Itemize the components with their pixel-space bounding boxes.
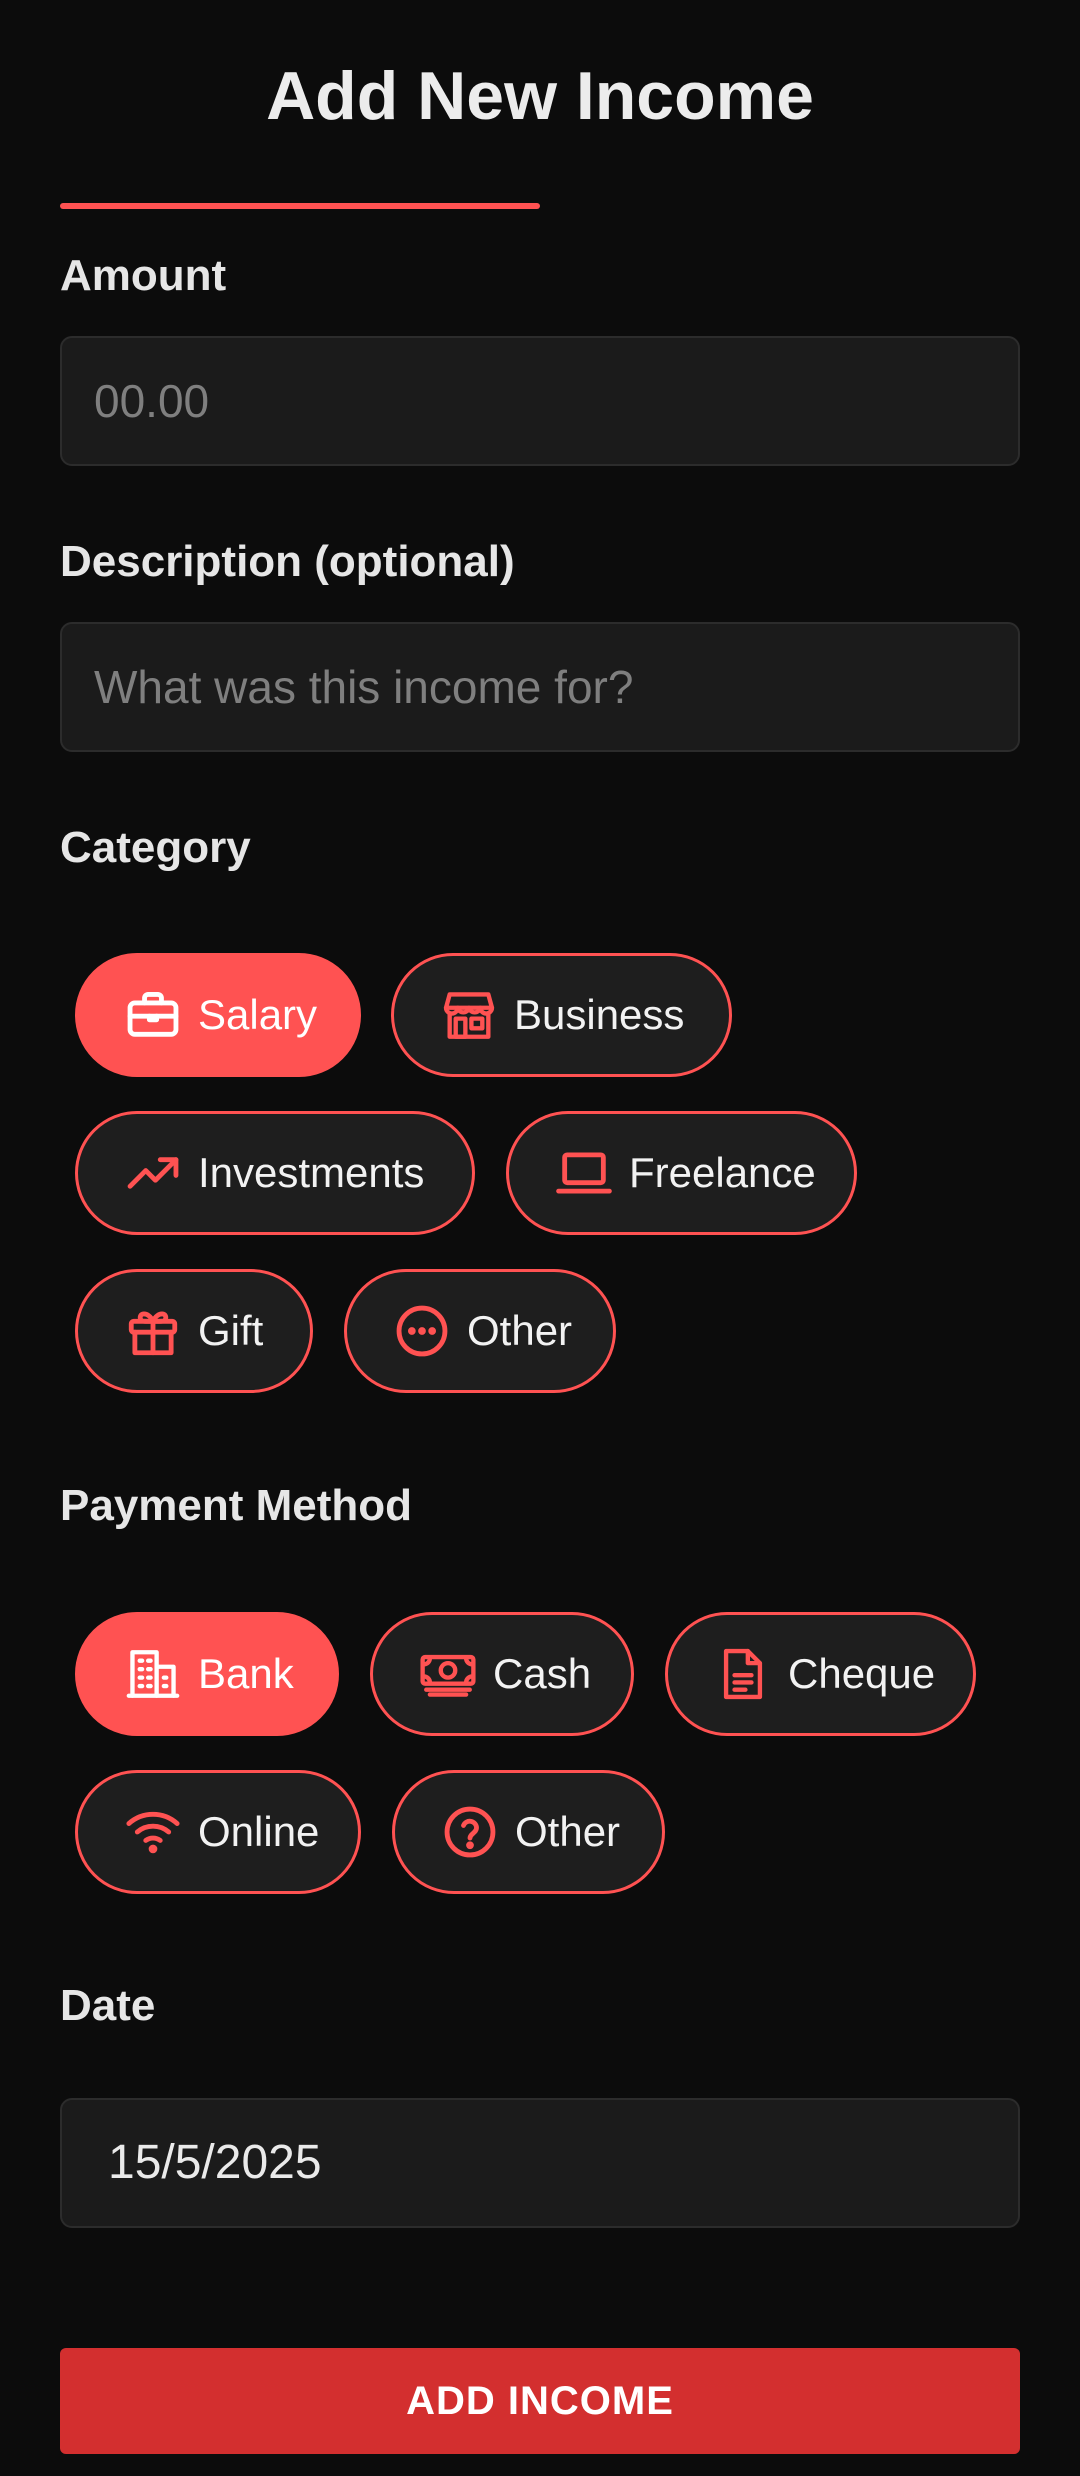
chip-label: Other (515, 1808, 621, 1855)
trending-up-icon (124, 1144, 182, 1202)
chip-label: Cheque (788, 1650, 936, 1697)
date-value: 15/5/2025 (108, 2136, 322, 2189)
chip-label: Gift (198, 1307, 264, 1354)
amount-label: Amount (60, 251, 227, 300)
date-field[interactable]: 15/5/2025 (60, 2098, 1020, 2228)
payment-chip-cash[interactable]: Cash (370, 1612, 634, 1736)
chip-label: Salary (198, 991, 318, 1038)
storefront-icon (440, 986, 498, 1044)
category-chip-other[interactable]: Other (344, 1269, 616, 1393)
description-field-container (60, 622, 1020, 752)
category-chip-salary[interactable]: Salary (75, 953, 361, 1077)
page-title: Add New Income (266, 58, 814, 134)
chip-label: Freelance (629, 1149, 816, 1196)
help-circle-icon (441, 1803, 499, 1861)
wifi-icon (124, 1803, 182, 1861)
description-input[interactable] (62, 624, 1018, 750)
chip-label: Bank (198, 1650, 294, 1697)
payment-chip-bank[interactable]: Bank (75, 1612, 339, 1736)
category-chip-investments[interactable]: Investments (75, 1111, 475, 1235)
amount-field-container (60, 336, 1020, 466)
payment-chip-online[interactable]: Online (75, 1770, 361, 1894)
chip-label: Business (514, 991, 685, 1038)
amount-input[interactable] (62, 338, 1018, 464)
description-label: Description (optional) (60, 537, 515, 586)
category-chip-freelance[interactable]: Freelance (506, 1111, 857, 1235)
gift-icon (124, 1302, 182, 1360)
chip-label: Cash (493, 1650, 592, 1697)
payment-method-label: Payment Method (60, 1481, 413, 1530)
document-icon (714, 1645, 772, 1703)
payment-chip-other[interactable]: Other (392, 1770, 665, 1894)
title-underline (60, 203, 540, 209)
chip-label: Investments (198, 1149, 425, 1196)
briefcase-icon (124, 986, 182, 1044)
laptop-icon (555, 1144, 613, 1202)
category-label: Category (60, 823, 251, 872)
date-label: Date (60, 1981, 156, 2030)
category-chip-business[interactable]: Business (391, 953, 732, 1077)
add-income-button[interactable]: ADD INCOME (60, 2348, 1020, 2454)
building-icon (124, 1645, 182, 1703)
chip-label: Other (467, 1307, 573, 1354)
category-chip-gift[interactable]: Gift (75, 1269, 313, 1393)
cash-icon (419, 1645, 477, 1703)
payment-chip-cheque[interactable]: Cheque (665, 1612, 976, 1736)
chip-label: Online (198, 1808, 320, 1855)
more-horizontal-icon (393, 1302, 451, 1360)
